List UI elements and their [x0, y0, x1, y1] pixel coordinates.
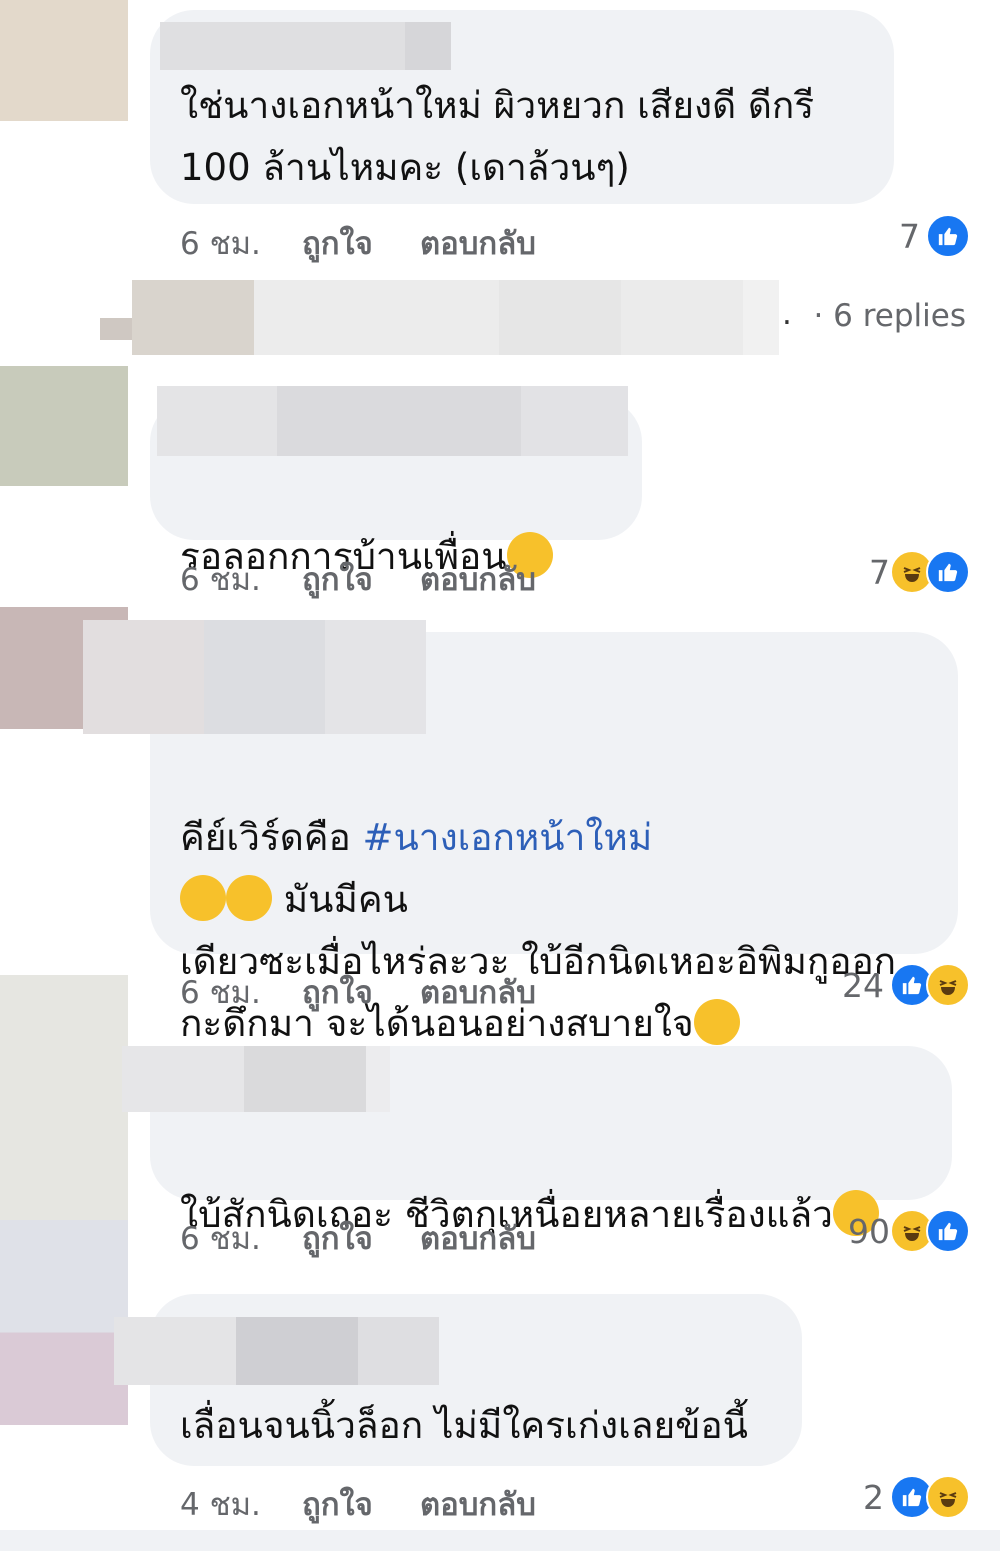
- author-name-blurred[interactable]: [114, 1317, 439, 1385]
- tears-of-joy-emoji: [226, 874, 272, 921]
- reaction-summary[interactable]: 2: [863, 1475, 970, 1519]
- like-button[interactable]: ถูกใจ: [302, 218, 420, 268]
- comment-text: เลื่อนจนนิ้วล็อก ไม่มีใครเก่งเลยข้อนี้: [180, 1404, 748, 1447]
- reaction-count: 7: [869, 552, 890, 592]
- reply-button[interactable]: ตอบกลับ: [420, 218, 536, 268]
- reaction-summary[interactable]: 7: [869, 550, 970, 594]
- comment-time[interactable]: 6 ชม.: [180, 967, 302, 1017]
- reaction-count: 90: [848, 1211, 890, 1251]
- comment-actions: 6 ชม. ถูกใจ ตอบกลับ: [180, 967, 536, 1017]
- reply-button[interactable]: ตอบกลับ: [420, 554, 536, 604]
- reply-button[interactable]: ตอบกลับ: [420, 1479, 536, 1529]
- comment-time[interactable]: 6 ชม.: [180, 1213, 302, 1263]
- disappointed-face-emoji: [693, 998, 740, 1045]
- like-button[interactable]: ถูกใจ: [302, 967, 420, 1017]
- comment-actions: 6 ชม. ถูกใจ ตอบกลับ: [180, 218, 536, 268]
- reaction-summary[interactable]: 7: [899, 214, 970, 258]
- like-button[interactable]: ถูกใจ: [302, 1479, 420, 1529]
- hashtag-link[interactable]: #นางเอกหน้าใหม่: [363, 816, 653, 859]
- author-name-blurred[interactable]: [160, 22, 451, 70]
- reaction-summary[interactable]: 90: [848, 1209, 970, 1253]
- comment-actions: 6 ชม. ถูกใจ ตอบกลับ: [180, 554, 536, 604]
- reply-button[interactable]: ตอบกลับ: [420, 1213, 536, 1263]
- author-name-blurred[interactable]: [157, 386, 628, 456]
- like-icon: [926, 1209, 970, 1253]
- replies-dot: .: [782, 296, 792, 332]
- like-icon: [926, 214, 970, 258]
- haha-icon: [926, 1475, 970, 1519]
- bottom-divider: [0, 1530, 1000, 1551]
- avatar[interactable]: [0, 366, 128, 486]
- haha-icon: [926, 963, 970, 1007]
- like-button[interactable]: ถูกใจ: [302, 1213, 420, 1263]
- author-name-blurred[interactable]: [83, 620, 426, 734]
- comment-text-suffix: มันมีคน เดียวซะเมื่อไหร่ละวะ ใบ้อีกนิดเห…: [180, 878, 897, 1045]
- comment-text-prefix: คีย์เวิร์ดคือ: [180, 816, 363, 859]
- reaction-count: 7: [899, 216, 920, 256]
- comment-time[interactable]: 6 ชม.: [180, 218, 302, 268]
- tears-of-joy-emoji: [180, 874, 226, 921]
- comment-time[interactable]: 4 ชม.: [180, 1479, 302, 1529]
- reply-avatar[interactable]: [100, 318, 132, 340]
- comment-actions: 4 ชม. ถูกใจ ตอบกลับ: [180, 1479, 536, 1529]
- reaction-summary[interactable]: 24: [842, 963, 970, 1007]
- comment-time[interactable]: 6 ชม.: [180, 554, 302, 604]
- reaction-count: 2: [863, 1477, 884, 1517]
- comment-actions: 6 ชม. ถูกใจ ตอบกลับ: [180, 1213, 536, 1263]
- reply-button[interactable]: ตอบกลับ: [420, 967, 536, 1017]
- view-replies-link[interactable]: · 6 replies: [813, 298, 966, 334]
- like-icon: [926, 550, 970, 594]
- comment-text: ใช่นางเอกหน้าใหม่ ผิวหยวก เสียงดี ดีกรี …: [180, 84, 815, 189]
- avatar[interactable]: [0, 1220, 128, 1425]
- avatar[interactable]: [0, 0, 128, 121]
- replier-name-blurred[interactable]: [132, 280, 779, 355]
- reaction-count: 24: [842, 965, 884, 1005]
- avatar[interactable]: [0, 975, 128, 1220]
- like-button[interactable]: ถูกใจ: [302, 554, 420, 604]
- author-name-blurred[interactable]: [122, 1046, 390, 1112]
